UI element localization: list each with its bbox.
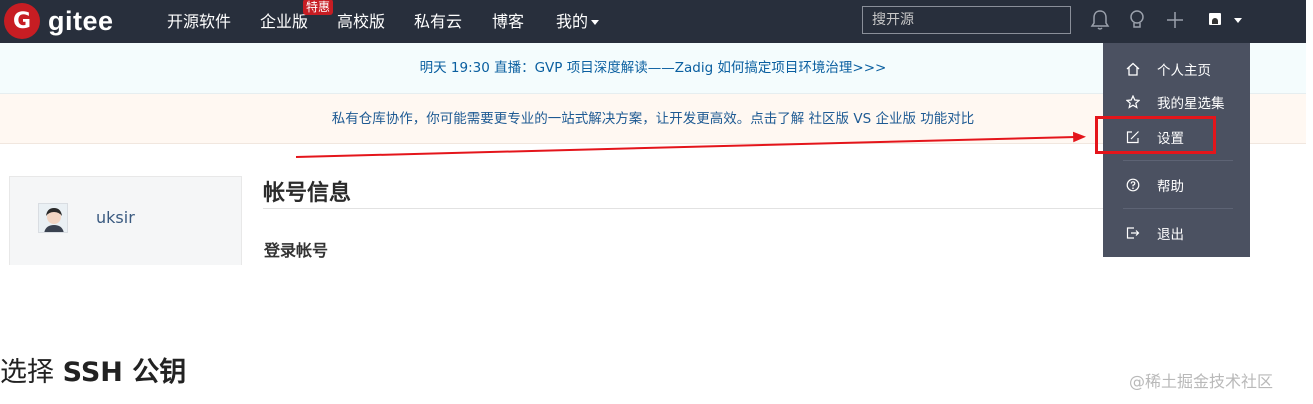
section-title-prefix: 选择 [0,357,63,388]
watermark: @稀土掘金技术社区 [1129,372,1274,391]
page: G gitee 开源软件 企业版 特惠 高校版 私有云 博客 我的 明天 19:… [0,0,1313,404]
section-title: 选择 SSH 公钥 [0,350,186,389]
section-title-bold: SSH 公钥 [62,357,187,388]
annotation-arrow [295,131,1086,158]
